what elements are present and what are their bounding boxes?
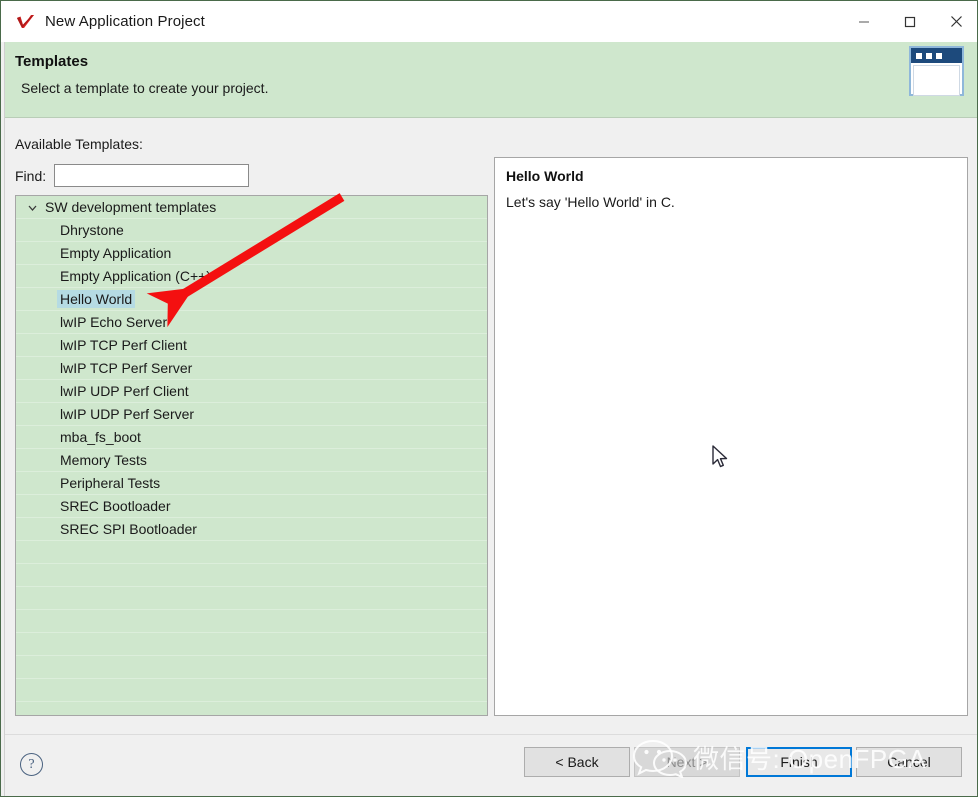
tree-item[interactable]: SREC Bootloader: [16, 495, 487, 518]
tree-item[interactable]: lwIP Echo Server: [16, 311, 487, 334]
tree-item-label: Memory Tests: [60, 452, 147, 468]
tree-empty-row: [16, 656, 487, 679]
tree-item[interactable]: SREC SPI Bootloader: [16, 518, 487, 541]
cancel-button[interactable]: Cancel: [856, 747, 962, 777]
tree-item[interactable]: Memory Tests: [16, 449, 487, 472]
tree-item-label: Empty Application: [60, 245, 172, 261]
tree-item[interactable]: Dhrystone: [16, 219, 487, 242]
find-row: Find:: [15, 164, 250, 187]
wizard-footer: ? < Back Next > Finish Cancel: [2, 734, 977, 796]
tree-empty-row: [16, 541, 487, 564]
template-description-panel: Hello World Let's say 'Hello World' in C…: [494, 157, 968, 716]
find-input[interactable]: [54, 164, 250, 187]
window-title: New Application Project: [45, 13, 205, 30]
tree-item-label: SREC SPI Bootloader: [60, 521, 197, 537]
wizard-body: Available Templates: Find: − +: [2, 119, 977, 734]
available-templates-label: Available Templates:: [15, 136, 143, 152]
red-check-icon: [13, 9, 39, 35]
tree-item-label: Dhrystone: [60, 222, 124, 238]
templates-tree[interactable]: SW development templates Dhrystone Empty …: [15, 195, 488, 716]
maximize-icon[interactable]: [887, 1, 933, 42]
tree-item-label: lwIP Echo Server: [60, 314, 168, 330]
chevron-down-icon[interactable]: [24, 199, 40, 215]
application-window: New Application Project Templates Select…: [0, 0, 978, 797]
tree-empty-row: [16, 610, 487, 633]
tree-item[interactable]: lwIP TCP Perf Client: [16, 334, 487, 357]
wizard-window-icon: [909, 46, 964, 96]
tree-item-label: lwIP UDP Perf Server: [60, 406, 195, 422]
title-bar: New Application Project: [1, 1, 977, 42]
find-label: Find:: [15, 167, 47, 184]
tree-item-label: Empty Application (C++): [60, 268, 211, 284]
tree-root-sw-development-templates[interactable]: SW development templates: [16, 196, 487, 219]
parent-window-sliver: [1, 42, 5, 796]
minimize-icon[interactable]: [841, 1, 887, 42]
tree-item-label: lwIP TCP Perf Server: [60, 360, 193, 376]
tree-item-label: mba_fs_boot: [60, 429, 141, 445]
back-button[interactable]: < Back: [524, 747, 630, 777]
description-text: Let's say 'Hello World' in C.: [506, 194, 675, 210]
next-button: Next >: [634, 747, 740, 777]
tree-item[interactable]: lwIP UDP Perf Server: [16, 403, 487, 426]
tree-root-label: SW development templates: [45, 199, 217, 215]
tree-item-label: SREC Bootloader: [60, 498, 171, 514]
tree-empty-row: [16, 564, 487, 587]
tree-item[interactable]: lwIP TCP Perf Server: [16, 357, 487, 380]
page-title: Templates: [15, 53, 89, 70]
tree-item-label: Hello World: [57, 290, 136, 308]
tree-item[interactable]: mba_fs_boot: [16, 426, 487, 449]
tree-empty-row: [16, 587, 487, 610]
tree-item-label: lwIP TCP Perf Client: [60, 337, 187, 353]
wizard-banner: Templates Select a template to create yo…: [2, 42, 977, 118]
close-icon[interactable]: [933, 1, 977, 42]
tree-empty-row: [16, 679, 487, 702]
window-controls: [841, 1, 977, 42]
tree-item[interactable]: lwIP UDP Perf Client: [16, 380, 487, 403]
finish-button[interactable]: Finish: [746, 747, 852, 777]
tree-item[interactable]: Empty Application (C++): [16, 265, 487, 288]
help-question-icon[interactable]: ?: [20, 753, 43, 776]
description-title: Hello World: [506, 168, 584, 184]
tree-empty-row: [16, 633, 487, 656]
tree-item-label: lwIP UDP Perf Client: [60, 383, 189, 399]
tree-item-label: Peripheral Tests: [60, 475, 161, 491]
tree-item[interactable]: Hello World: [16, 288, 487, 311]
page-subtitle: Select a template to create your project…: [21, 80, 269, 96]
tree-item[interactable]: Empty Application: [16, 242, 487, 265]
tree-item[interactable]: Peripheral Tests: [16, 472, 487, 495]
